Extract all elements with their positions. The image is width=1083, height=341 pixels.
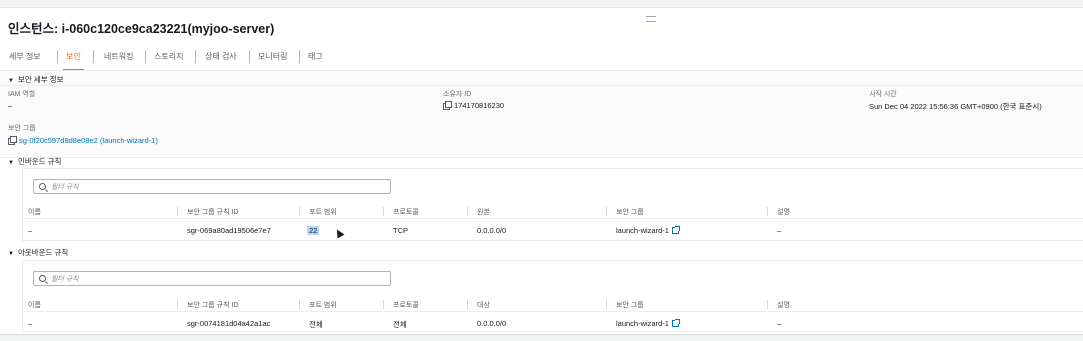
caret-down-icon: ▼ xyxy=(8,160,14,166)
launch-time-label: 시작 시간 xyxy=(869,91,897,98)
tab-separator xyxy=(93,50,94,63)
owner-id-text: 174170816230 xyxy=(454,101,505,110)
column-separator xyxy=(767,300,768,309)
table-row[interactable]: – sgr-069a80ad19506e7e7 22 TCP 0.0.0.0/0… xyxy=(23,221,1083,238)
external-link-icon xyxy=(671,319,680,327)
security-group-link[interactable]: sg-0f20c597d8d8e08e2 (launch-wizard-1) xyxy=(19,136,158,145)
col-port-range[interactable]: 포트 범위 xyxy=(309,300,337,310)
col-port-range[interactable]: 포트 범위 xyxy=(309,207,337,217)
security-group-link[interactable]: launch-wizard-1 xyxy=(616,319,669,328)
security-groups-label: 보안 그룹 xyxy=(8,125,36,132)
owner-id-value: 174170816230 xyxy=(443,101,504,110)
column-separator xyxy=(383,207,384,216)
col-security-group[interactable]: 보안 그룹 xyxy=(616,207,644,217)
column-separator xyxy=(383,300,384,309)
column-separator xyxy=(177,300,178,309)
detail-tabs: 세부 정보 보안 네트워킹 스토리지 상태 검사 모니터링 태그 xyxy=(0,42,1083,71)
tab-security[interactable]: 보안 xyxy=(63,42,84,71)
cell-port-range: 22 xyxy=(307,226,320,235)
tab-monitoring[interactable]: 모니터링 xyxy=(258,42,287,71)
divider xyxy=(0,85,1083,86)
col-protocol[interactable]: 프로토콜 xyxy=(393,300,419,310)
launch-time-value: Sun Dec 04 2022 15:56:36 GMT+0900 (한국 표준… xyxy=(869,102,1042,111)
tab-separator xyxy=(249,50,250,63)
tab-status-checks[interactable]: 상태 검사 xyxy=(205,42,237,71)
caret-down-icon: ▼ xyxy=(8,78,14,84)
cell-source: 0.0.0.0/0 xyxy=(477,226,507,235)
tab-networking[interactable]: 네트워킹 xyxy=(104,42,133,71)
page-title: 인스턴스: i-060c120ce9ca23221(myjoo-server) xyxy=(8,22,275,36)
tab-separator xyxy=(57,50,58,63)
col-description[interactable]: 설명 xyxy=(777,300,790,310)
col-rule-id[interactable]: 보안 그룹 규칙 ID xyxy=(187,207,238,217)
instance-detail-panel: 인스턴스: i-060c120ce9ca23221(myjoo-server) … xyxy=(0,8,1083,334)
col-name[interactable]: 이름 xyxy=(28,207,41,217)
cell-security-group[interactable]: launch-wizard-1 xyxy=(616,226,680,235)
column-separator xyxy=(467,207,468,216)
tab-details[interactable]: 세부 정보 xyxy=(9,42,41,71)
panel-resize-handle-icon[interactable] xyxy=(646,16,656,22)
copy-icon[interactable] xyxy=(8,136,17,145)
col-security-group[interactable]: 보안 그룹 xyxy=(616,300,644,310)
col-protocol[interactable]: 프로토콜 xyxy=(393,207,419,217)
cell-description: – xyxy=(777,319,782,328)
cell-port-range: 전체 xyxy=(309,320,323,329)
cell-description: – xyxy=(777,226,782,235)
filter-placeholder: 필터 규칙 xyxy=(51,276,79,283)
security-groups-value: sg-0f20c597d8d8e08e2 (launch-wizard-1) xyxy=(8,136,158,145)
section-title: 인바운드 규칙 xyxy=(17,157,62,166)
col-description[interactable]: 설명 xyxy=(777,207,790,217)
col-name[interactable]: 이름 xyxy=(28,300,41,310)
col-source[interactable]: 원본 xyxy=(477,207,490,217)
table-row[interactable]: – sgr-0074181d04a42a1ac 전체 전체 0.0.0.0/0 … xyxy=(23,314,1083,331)
top-strip xyxy=(0,0,1083,8)
column-separator xyxy=(767,207,768,216)
search-icon xyxy=(39,275,46,282)
cell-security-group[interactable]: launch-wizard-1 xyxy=(616,319,680,328)
inbound-rules-table: 필터 규칙 이름 보안 그룹 규칙 ID 포트 범위 프로토콜 원본 보안 그룹… xyxy=(22,168,1083,241)
iam-role-label: IAM 역할 xyxy=(8,91,36,98)
cell-rule-id: sgr-069a80ad19506e7e7 xyxy=(187,226,271,235)
cell-protocol: 전체 xyxy=(393,320,407,329)
cell-rule-id: sgr-0074181d04a42a1ac xyxy=(187,319,271,328)
iam-role-value: – xyxy=(8,101,13,110)
security-group-link[interactable]: launch-wizard-1 xyxy=(616,226,669,235)
outbound-rules-table: 필터 규칙 이름 보안 그룹 규칙 ID 포트 범위 프로토콜 대상 보안 그룹… xyxy=(22,260,1083,332)
table-header: 이름 보안 그룹 규칙 ID 포트 범위 프로토콜 원본 보안 그룹 설명 xyxy=(23,203,1083,219)
inbound-rules-toggle[interactable]: ▼ 인바운드 규칙 xyxy=(8,156,61,167)
tab-separator xyxy=(145,50,146,63)
filter-placeholder: 필터 규칙 xyxy=(51,184,79,191)
cell-protocol: TCP xyxy=(393,226,408,235)
section-title: 아웃바운드 규칙 xyxy=(17,248,69,257)
outbound-filter-input[interactable]: 필터 규칙 xyxy=(33,271,391,286)
tab-separator xyxy=(299,50,300,63)
column-separator xyxy=(467,300,468,309)
column-separator xyxy=(299,207,300,216)
tab-storage[interactable]: 스토리지 xyxy=(154,42,183,71)
external-link-icon xyxy=(671,226,680,234)
copy-icon[interactable] xyxy=(443,101,452,110)
column-separator xyxy=(177,207,178,216)
table-header: 이름 보안 그룹 규칙 ID 포트 범위 프로토콜 대상 보안 그룹 설명 xyxy=(23,296,1083,312)
cell-name: – xyxy=(28,319,33,328)
col-rule-id[interactable]: 보안 그룹 규칙 ID xyxy=(187,300,238,310)
security-details-toggle[interactable]: ▼ 보안 세부 정보 xyxy=(8,74,64,85)
tab-separator xyxy=(195,50,196,63)
column-separator xyxy=(606,300,607,309)
divider xyxy=(0,334,1083,335)
caret-down-icon: ▼ xyxy=(8,251,14,257)
inbound-filter-input[interactable]: 필터 규칙 xyxy=(33,179,391,194)
column-separator xyxy=(299,300,300,309)
search-icon xyxy=(39,183,46,190)
security-details-band xyxy=(0,70,1083,158)
col-destination[interactable]: 대상 xyxy=(477,300,490,310)
cell-name: – xyxy=(28,226,33,235)
outbound-rules-toggle[interactable]: ▼ 아웃바운드 규칙 xyxy=(8,247,68,258)
column-separator xyxy=(606,207,607,216)
section-title: 보안 세부 정보 xyxy=(17,75,64,84)
tab-tags[interactable]: 태그 xyxy=(308,42,323,71)
cell-destination: 0.0.0.0/0 xyxy=(477,319,507,328)
owner-id-label: 소유자 ID xyxy=(443,91,472,98)
